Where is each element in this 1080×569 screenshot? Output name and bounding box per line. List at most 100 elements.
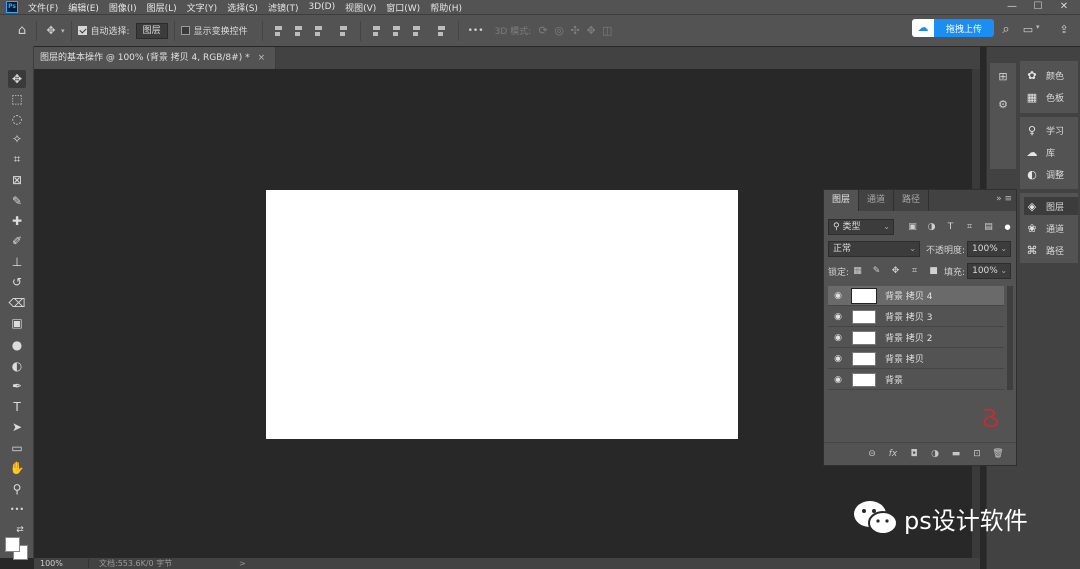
status-menu-arrow[interactable]: > <box>239 559 246 568</box>
align-right-icon[interactable] <box>312 24 326 38</box>
pen-tool-icon[interactable]: ✒ <box>8 377 26 395</box>
layer-row[interactable]: ◉ 背景 拷贝 2 <box>828 328 1004 348</box>
eraser-tool-icon[interactable]: ⌫ <box>8 294 26 312</box>
visibility-eye-icon[interactable]: ◉ <box>830 354 846 364</box>
move-tool-preset-icon[interactable]: ✥ <box>43 23 59 39</box>
visibility-eye-icon[interactable]: ◉ <box>830 291 846 301</box>
panel-layers[interactable]: ◈ 图层 <box>1024 197 1078 215</box>
document-tab[interactable]: 图层的基本操作 @ 100% (背景 拷贝 4, RGB/8#) * × <box>34 47 277 69</box>
search-icon[interactable]: ⌕ <box>998 22 1014 38</box>
layer-filter-dropdown[interactable]: ⚲ 类型 ⌄ <box>828 219 894 235</box>
layer-row[interactable]: ◉ 背景 拷贝 <box>828 349 1004 369</box>
menu-view[interactable]: 视图(V) <box>345 1 376 14</box>
filter-adjustment-icon[interactable]: ◑ <box>925 221 938 234</box>
document-canvas[interactable] <box>266 190 738 439</box>
clone-stamp-tool-icon[interactable]: ⊥ <box>8 253 26 271</box>
eyedropper-tool-icon[interactable]: ✎ <box>8 192 26 210</box>
layers-scrollbar[interactable] <box>1007 286 1013 390</box>
menu-filter[interactable]: 滤镜(T) <box>268 1 299 14</box>
share-icon[interactable]: ⇪ <box>1056 22 1072 38</box>
history-icon[interactable]: ⊞ <box>995 69 1011 85</box>
chevron-down-icon[interactable]: ▾ <box>61 27 65 35</box>
move-tool-icon[interactable]: ✥ <box>8 70 26 88</box>
panel-learn[interactable]: ♀ 学习 <box>1024 121 1078 139</box>
menu-type[interactable]: 文字(Y) <box>187 1 218 14</box>
layer-name[interactable]: 背景 拷贝 4 <box>885 289 932 302</box>
layer-style-icon[interactable]: fx <box>885 449 901 459</box>
drag-upload-button[interactable]: ☁ 拖拽上传 <box>912 19 994 37</box>
distribute-v-icon[interactable] <box>337 24 351 38</box>
lock-image-icon[interactable]: ✎ <box>870 265 883 278</box>
layer-row[interactable]: ◉ 背景 拷贝 4 <box>828 286 1004 306</box>
align-bottom-icon[interactable] <box>410 24 424 38</box>
dodge-tool-icon[interactable]: ◐ <box>8 357 26 375</box>
type-tool-icon[interactable]: T <box>8 398 26 416</box>
rectangle-tool-icon[interactable]: ▭ <box>8 439 26 457</box>
trash-icon[interactable]: 🗑 <box>990 449 1006 459</box>
workspace-icon[interactable]: ▭ <box>1020 22 1036 38</box>
tab-channels[interactable]: 通道 <box>859 190 895 211</box>
filter-shape-icon[interactable]: ⌗ <box>963 221 976 234</box>
new-group-icon[interactable]: ▬ <box>948 449 964 459</box>
frame-tool-icon[interactable]: ⊠ <box>8 171 26 189</box>
brush-tool-icon[interactable]: ✐ <box>8 232 26 250</box>
filter-pixel-icon[interactable]: ▣ <box>906 221 919 234</box>
layer-name[interactable]: 背景 拷贝 3 <box>885 310 932 323</box>
filter-smart-object-icon[interactable]: ▤ <box>982 221 995 234</box>
color-swatches[interactable] <box>5 537 29 561</box>
gradient-tool-icon[interactable]: ▣ <box>8 314 26 332</box>
path-selection-tool-icon[interactable]: ➤ <box>8 418 26 436</box>
layer-name[interactable]: 背景 <box>885 373 903 386</box>
healing-brush-tool-icon[interactable]: ✚ <box>8 212 26 230</box>
blend-mode-dropdown[interactable]: 正常 ⌄ <box>828 241 920 257</box>
visibility-eye-icon[interactable]: ◉ <box>830 375 846 385</box>
lock-all-icon[interactable]: ■ <box>927 265 940 278</box>
menu-layer[interactable]: 图层(L) <box>147 1 177 14</box>
panel-swatches[interactable]: ▦ 色板 <box>1024 88 1078 106</box>
panel-adjustments[interactable]: ◐ 调整 <box>1024 165 1078 183</box>
panel-library[interactable]: ☁ 库 <box>1024 143 1078 161</box>
close-tab-icon[interactable]: × <box>258 53 266 63</box>
menu-help[interactable]: 帮助(H) <box>430 1 462 14</box>
show-transform-checkbox[interactable] <box>180 26 190 35</box>
crop-tool-icon[interactable]: ⌗ <box>8 150 26 168</box>
properties-icon[interactable]: ⚙ <box>995 97 1011 113</box>
chevron-down-icon[interactable]: ▾ <box>1036 23 1040 31</box>
add-mask-icon[interactable]: ◘ <box>906 449 922 459</box>
menu-window[interactable]: 窗口(W) <box>386 1 420 14</box>
menu-3d[interactable]: 3D(D) <box>308 2 335 12</box>
new-layer-icon[interactable]: ⊡ <box>969 449 985 459</box>
history-brush-tool-icon[interactable]: ↺ <box>8 273 26 291</box>
panel-channels[interactable]: ❀ 通道 <box>1024 219 1078 237</box>
more-tools-icon[interactable]: ••• <box>8 501 26 519</box>
menu-edit[interactable]: 编辑(E) <box>68 1 99 14</box>
zoom-level[interactable]: 100% <box>34 559 89 568</box>
layer-row[interactable]: ◉ 背景 <box>828 370 1004 390</box>
hand-tool-icon[interactable]: ✋ <box>8 459 26 477</box>
minimize-icon[interactable]: — <box>1000 0 1024 14</box>
align-middle-v-icon[interactable] <box>390 24 404 38</box>
panel-color[interactable]: ✿ 颜色 <box>1024 66 1078 84</box>
close-window-icon[interactable]: ✕ <box>1052 0 1076 14</box>
maximize-icon[interactable]: ☐ <box>1026 0 1050 14</box>
menu-file[interactable]: 文件(F) <box>28 1 58 14</box>
layer-name[interactable]: 背景 拷贝 <box>885 352 924 365</box>
tab-layers[interactable]: 图层 <box>824 190 860 211</box>
lasso-tool-icon[interactable]: ◌ <box>8 110 26 128</box>
blur-tool-icon[interactable]: ● <box>8 336 26 354</box>
auto-select-checkbox[interactable] <box>77 26 87 35</box>
auto-select-dropdown[interactable]: 图层 <box>135 22 168 39</box>
opacity-input[interactable]: 100% ⌄ <box>967 241 1012 257</box>
fill-input[interactable]: 100% ⌄ <box>967 263 1012 279</box>
menu-select[interactable]: 选择(S) <box>227 1 258 14</box>
visibility-eye-icon[interactable]: ◉ <box>830 333 846 343</box>
filter-toggle-icon[interactable]: ● <box>1001 221 1014 234</box>
lock-transparent-icon[interactable]: ▦ <box>851 265 864 278</box>
distribute-h-icon[interactable] <box>435 24 449 38</box>
magic-wand-tool-icon[interactable]: ✧ <box>8 130 26 148</box>
align-center-h-icon[interactable] <box>292 24 306 38</box>
filter-type-icon[interactable]: T <box>944 221 957 234</box>
menu-image[interactable]: 图像(I) <box>109 1 137 14</box>
align-left-icon[interactable] <box>272 24 286 38</box>
panel-menu-icon[interactable]: » ≡ <box>996 194 1012 204</box>
